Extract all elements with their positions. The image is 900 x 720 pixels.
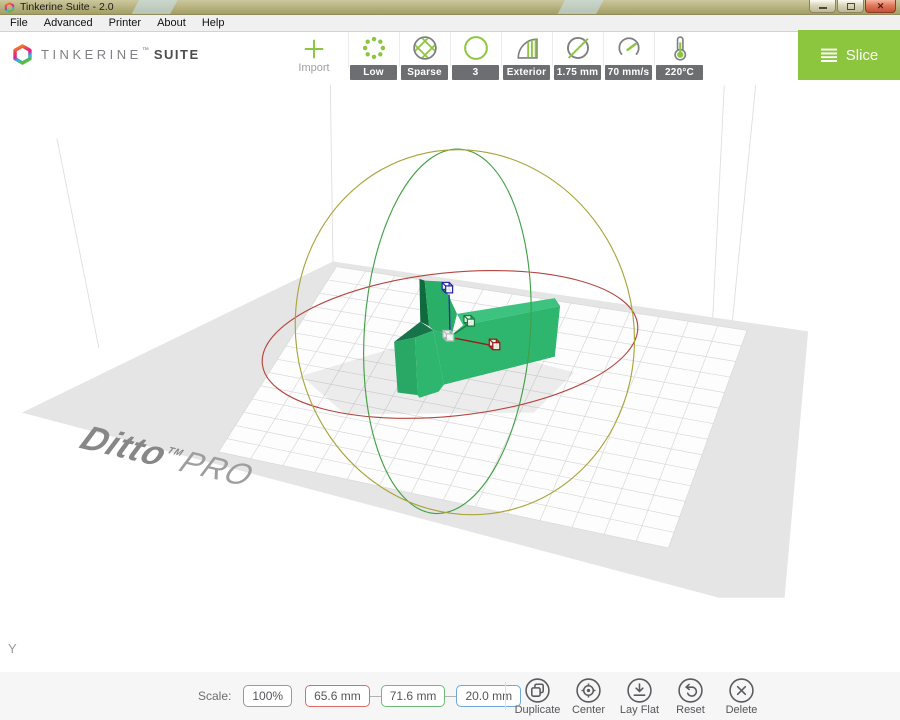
maximize-icon xyxy=(847,3,855,10)
app-logo: TINKERINE ™ SUITE xyxy=(12,44,200,65)
plus-icon xyxy=(301,36,327,62)
menu-item-about[interactable]: About xyxy=(149,15,194,31)
bottom-toolbar: Scale: 100% 65.6 mm71.6 mm20.0 mm Duplic… xyxy=(0,672,900,720)
gizmo-axis-line xyxy=(449,295,450,334)
setting-infill-value: Sparse xyxy=(401,65,448,80)
toolbar: TINKERINE ™ SUITE Import Low Sparse 3 Ex… xyxy=(0,32,900,85)
gizmo-handle-blue[interactable] xyxy=(442,282,452,292)
bottom-divider xyxy=(505,682,506,710)
setting-filament[interactable]: 1.75 mm xyxy=(552,33,603,80)
slice-button[interactable]: Slice xyxy=(798,30,900,80)
delete-label: Delete xyxy=(716,704,767,716)
x-circle-icon xyxy=(716,677,767,704)
scale-label: Scale: xyxy=(198,689,231,703)
window-title: Tinkerine Suite - 2.0 xyxy=(20,1,808,13)
minimize-button[interactable] xyxy=(809,0,836,13)
diameter-icon xyxy=(552,34,603,62)
duplicate-button[interactable]: Duplicate xyxy=(512,677,563,716)
setting-speed[interactable]: 70 mm/s xyxy=(603,33,654,80)
scale-percent-input[interactable]: 100% xyxy=(243,685,292,707)
lay-flat-label: Lay Flat xyxy=(614,704,665,716)
menubar: FileAdvancedPrinterAboutHelp xyxy=(0,15,900,32)
menu-item-help[interactable]: Help xyxy=(194,15,233,31)
app-icon xyxy=(4,2,15,13)
speed-gauge-icon xyxy=(603,34,654,62)
target-icon xyxy=(563,677,614,704)
setting-surface[interactable]: Exterior xyxy=(501,33,552,80)
reset-button[interactable]: Reset xyxy=(665,677,716,716)
circle-outline-icon xyxy=(450,34,501,62)
duplicate-icon xyxy=(512,677,563,704)
slice-label: Slice xyxy=(846,47,879,64)
print-settings: Low Sparse 3 Exterior 1.75 mm 70 mm/s 22… xyxy=(348,33,705,80)
viewport-3d[interactable]: DittoTMPRO Y xyxy=(0,85,900,672)
layers-icon xyxy=(820,48,838,63)
exterior-shell-icon xyxy=(501,34,552,62)
dimension-x-input[interactable]: 65.6 mm xyxy=(305,685,370,707)
gizmo-handle-red[interactable] xyxy=(489,339,499,349)
setting-filament-value: 1.75 mm xyxy=(554,65,601,80)
build-volume-edge xyxy=(731,85,755,332)
setting-temperature[interactable]: 220°C xyxy=(654,33,705,80)
scale-controls: Scale: 100% 65.6 mm71.6 mm20.0 mm xyxy=(198,672,521,720)
menu-item-printer[interactable]: Printer xyxy=(101,15,149,31)
brand-tm: ™ xyxy=(142,47,149,54)
minimize-icon xyxy=(819,7,827,9)
setting-speed-value: 70 mm/s xyxy=(605,65,652,80)
setting-surface-value: Exterior xyxy=(503,65,550,80)
arrow-down-flat-icon xyxy=(614,677,665,704)
setting-shells-value: 3 xyxy=(452,65,499,80)
setting-temperature-value: 220°C xyxy=(656,65,703,80)
setting-infill[interactable]: Sparse xyxy=(399,33,450,80)
gizmo-handle-green[interactable] xyxy=(464,316,474,326)
close-icon: ✕ xyxy=(877,1,885,12)
setting-shells[interactable]: 3 xyxy=(450,33,501,80)
reset-label: Reset xyxy=(665,704,716,716)
setting-quality[interactable]: Low xyxy=(348,33,399,80)
menu-item-advanced[interactable]: Advanced xyxy=(36,15,101,31)
undo-icon xyxy=(665,677,716,704)
scene-canvas[interactable]: DittoTMPRO xyxy=(0,85,900,672)
crosshatch-circle-icon xyxy=(399,34,450,62)
center-button[interactable]: Center xyxy=(563,677,614,716)
maximize-button[interactable] xyxy=(837,0,864,13)
dim-connector xyxy=(370,696,381,697)
import-button[interactable]: Import xyxy=(291,33,337,74)
center-label: Center xyxy=(563,704,614,716)
gizmo-handle-silver[interactable] xyxy=(443,330,453,340)
build-volume-edge xyxy=(330,85,333,261)
dimension-y-input[interactable]: 71.6 mm xyxy=(381,685,446,707)
menu-item-file[interactable]: File xyxy=(2,15,36,31)
brand-name: TINKERINE xyxy=(41,47,142,62)
titlebar[interactable]: Tinkerine Suite - 2.0 ✕ xyxy=(0,0,900,15)
close-button[interactable]: ✕ xyxy=(865,0,896,13)
tinkerine-hexagon-icon xyxy=(12,44,33,65)
model-actions: Duplicate Center Lay Flat Reset Delete xyxy=(512,677,767,716)
setting-quality-value: Low xyxy=(350,65,397,80)
delete-button[interactable]: Delete xyxy=(716,677,767,716)
duplicate-label: Duplicate xyxy=(512,704,563,716)
lay-flat-button[interactable]: Lay Flat xyxy=(614,677,665,716)
axis-y-label: Y xyxy=(8,641,17,656)
dotted-circle-icon xyxy=(348,34,399,62)
dim-connector xyxy=(445,696,456,697)
brand-suffix: SUITE xyxy=(154,47,200,62)
build-volume-edge xyxy=(57,138,99,348)
import-label: Import xyxy=(291,62,337,74)
tinkerine-suite-window: { "window": { "title": "Tinkerine Suite … xyxy=(0,0,900,720)
thermometer-icon xyxy=(654,34,705,62)
